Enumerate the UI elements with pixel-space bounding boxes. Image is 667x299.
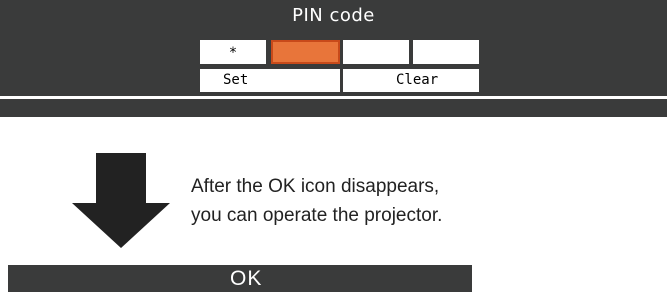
pin-digit-2[interactable] xyxy=(271,40,340,64)
dialog-title: PIN code xyxy=(292,5,375,26)
guide-adjust: Adjust xyxy=(173,99,268,153)
set-button[interactable]: Set xyxy=(200,69,340,92)
adjust-label: Adjust xyxy=(221,118,269,133)
up-down-arrows-icon xyxy=(205,118,216,131)
pin-digit-3[interactable] xyxy=(343,40,409,64)
set-button-label: Set xyxy=(223,72,249,88)
guide-move: Move xyxy=(313,99,394,153)
instruction-text: After the OK icon disappears, you can op… xyxy=(191,172,551,230)
move-label: Move xyxy=(362,118,394,133)
guide-select: SELECT ----- xyxy=(481,99,595,153)
clear-button-label: Clear xyxy=(396,72,439,88)
menu-key-icon: MENU xyxy=(37,118,70,131)
select-action-text: ----- xyxy=(556,118,596,133)
instruction-line-1: After the OK icon disappears, xyxy=(191,176,440,197)
key-guide-bar: MENU ----- Adjust Move SELECT ----- xyxy=(0,99,667,133)
guide-menu: MENU ----- xyxy=(6,99,112,153)
instruction-line-2: you can operate the projector. xyxy=(191,205,443,226)
menu-action-text: ----- xyxy=(72,118,112,133)
down-arrow-icon xyxy=(72,153,170,248)
ok-status-bar: OK xyxy=(8,265,472,292)
pin-digit-1[interactable]: * xyxy=(200,40,266,64)
pin-digit-4[interactable] xyxy=(413,40,479,64)
clear-button[interactable]: Clear xyxy=(343,69,479,92)
pin-code-dialog: PIN code * Set Clear xyxy=(0,0,667,96)
select-key-icon: SELECT xyxy=(512,118,554,131)
ok-label: OK xyxy=(230,267,263,290)
left-right-arrows-icon xyxy=(345,119,360,130)
